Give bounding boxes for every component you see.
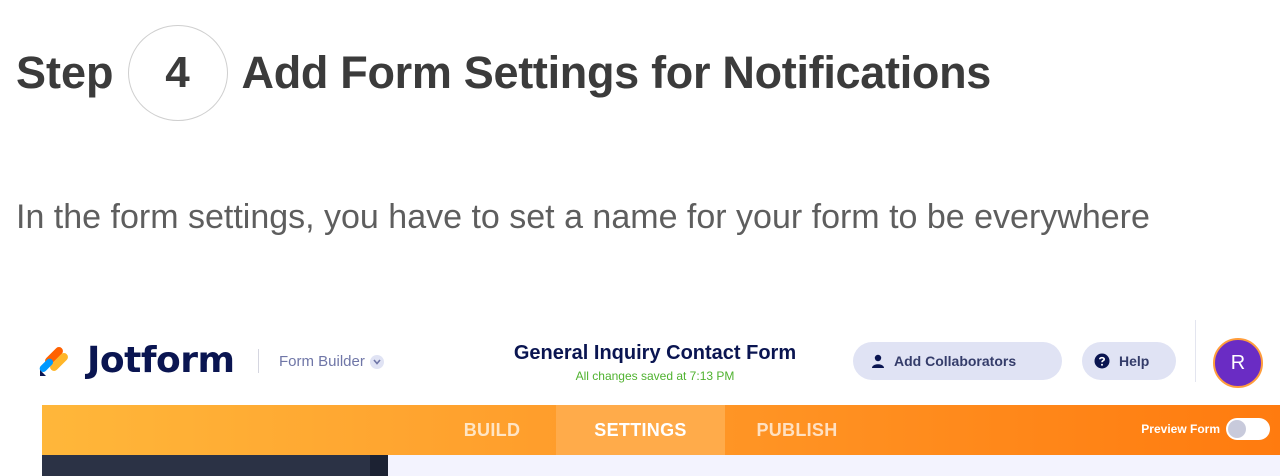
tab-build[interactable]: BUILD (442, 405, 542, 455)
preview-form-toggle[interactable] (1226, 418, 1270, 440)
step-title: Add Form Settings for Notifications (241, 47, 992, 98)
preview-form-label: Preview Form (1141, 422, 1220, 436)
avatar[interactable]: R (1213, 338, 1263, 388)
form-title-block: General Inquiry Contact Form All changes… (470, 342, 840, 383)
header-divider-right (1195, 320, 1196, 382)
step-number-badge: 4 (127, 25, 228, 121)
question-circle-icon (1094, 353, 1110, 369)
form-builder-label: Form Builder (279, 353, 365, 370)
intro-paragraph: In the form settings, you have to set a … (16, 198, 1150, 236)
tab-publish[interactable]: PUBLISH (742, 405, 852, 455)
user-icon (872, 354, 884, 368)
tab-settings[interactable]: SETTINGS (556, 405, 725, 455)
step-heading: Step 4 Add Form Settings for Notificatio… (16, 24, 991, 122)
app-header: Jotform Form Builder General Inquiry Con… (0, 318, 1280, 405)
sidebar-scrollbar[interactable] (370, 455, 388, 476)
chevron-down-icon (369, 354, 384, 369)
settings-content-area (388, 455, 1280, 476)
header-divider (258, 349, 259, 373)
save-status: All changes saved at 7:13 PM (575, 369, 735, 383)
preview-form-control: Preview Form (1141, 418, 1270, 440)
add-collaborators-label: Add Collaborators (894, 353, 1017, 369)
add-collaborators-button[interactable]: Add Collaborators (853, 342, 1062, 380)
form-builder-dropdown[interactable]: Form Builder (279, 353, 384, 370)
help-label: Help (1119, 353, 1150, 369)
help-button[interactable]: Help (1082, 342, 1176, 380)
jotform-screenshot: Jotform Form Builder General Inquiry Con… (0, 318, 1280, 476)
form-title[interactable]: General Inquiry Contact Form (470, 342, 840, 365)
jotform-logo[interactable]: Jotform (37, 340, 235, 381)
builder-tab-bar: BUILD SETTINGS PUBLISH Preview Form (42, 405, 1280, 455)
jotform-logo-icon (39, 346, 68, 376)
toggle-knob (1228, 420, 1246, 438)
logo-wordmark: Jotform (87, 340, 235, 381)
step-label: Step (16, 47, 114, 98)
settings-sidebar (42, 455, 388, 476)
